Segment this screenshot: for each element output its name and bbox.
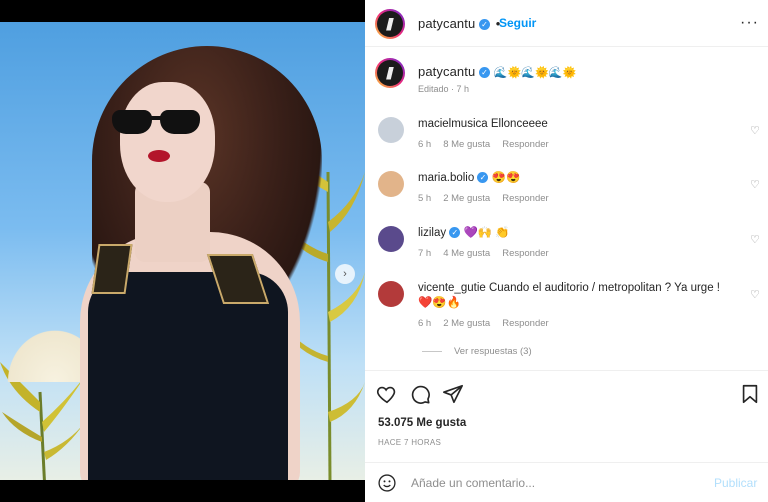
replies-line	[422, 351, 442, 352]
heart-icon[interactable]	[376, 383, 398, 405]
heart-icon[interactable]: ♡	[750, 233, 762, 246]
post-time: HACE 7 HORAS	[378, 438, 442, 447]
comment-body: macielmusica Ellonceeee	[418, 117, 733, 132]
commenter-avatar[interactable]	[378, 281, 404, 307]
comment-likes[interactable]: 2 Me gusta	[443, 318, 490, 329]
comment-time: 7 h	[418, 248, 432, 259]
comment-body: lizilay ✓ 💜🙌 👏	[418, 226, 733, 241]
emoji-icon[interactable]	[377, 473, 397, 493]
swimsuit-strap-left	[91, 244, 133, 294]
comment-meta: 6 h 2 Me gusta Responder	[418, 318, 549, 329]
comment-time: 6 h	[418, 139, 432, 150]
lips	[148, 150, 170, 162]
verified-badge-icon: ✓	[479, 19, 490, 31]
reply-button[interactable]: Responder	[502, 139, 548, 150]
carousel-next-button[interactable]: ›	[335, 264, 355, 284]
comment-likes[interactable]: 4 Me gusta	[443, 248, 490, 259]
username-text: patycantu	[418, 16, 476, 31]
avatar-mark	[386, 66, 394, 80]
comment-meta: 5 h 2 Me gusta Responder	[418, 193, 549, 204]
publish-button[interactable]: Publicar	[714, 476, 757, 490]
bookmark-icon[interactable]	[739, 383, 761, 405]
chevron-right-icon: ›	[343, 268, 347, 280]
post-sidebar: patycantu ✓ • Seguir ··· patycantu ✓ 🌊🌞🌊…	[365, 0, 768, 502]
verified-badge-icon: ✓	[477, 172, 489, 184]
comment-meta: 7 h 4 Me gusta Responder	[418, 248, 549, 259]
commenter-username[interactable]: maria.bolio	[418, 172, 474, 184]
commenter-avatar[interactable]	[378, 117, 404, 143]
reply-button[interactable]: Responder	[502, 193, 548, 204]
comment-time: 6 h	[418, 318, 432, 329]
comment-body: vicente_gutie Cuando el auditorio / metr…	[418, 281, 733, 311]
comment-text: 💜🙌 👏	[463, 227, 510, 239]
post-actions: 53.075 Me gusta HACE 7 HORAS	[365, 370, 768, 460]
comment-text: 😍😍	[491, 172, 521, 184]
view-replies-label: Ver respuestas (3)	[454, 346, 532, 357]
caption-text: 🌊🌞🌊🌞🌊🌞	[493, 67, 577, 79]
post-photo[interactable]: ›	[0, 22, 365, 480]
caption-line: patycantu ✓ 🌊🌞🌊🌞🌊🌞	[418, 64, 577, 79]
comment-likes[interactable]: 2 Me gusta	[443, 193, 490, 204]
author-username[interactable]: patycantu ✓ •	[418, 16, 502, 31]
likes-count[interactable]: 53.075 Me gusta	[378, 417, 466, 429]
add-comment-bar: Añade un comentario... Publicar	[365, 462, 768, 502]
more-options-icon[interactable]: ···	[740, 14, 759, 32]
reply-button[interactable]: Responder	[502, 318, 548, 329]
heart-icon[interactable]: ♡	[750, 288, 762, 301]
avatar-mark	[386, 17, 394, 31]
comment-icon[interactable]	[409, 383, 431, 405]
comment-body: maria.bolio ✓ 😍😍	[418, 171, 733, 186]
caption-username[interactable]: patycantu	[418, 64, 475, 79]
heart-icon[interactable]: ♡	[750, 178, 762, 191]
edited-timestamp: Editado · 7 h	[418, 84, 470, 94]
caption-avatar[interactable]	[375, 58, 405, 88]
post-header: patycantu ✓ • Seguir ···	[365, 0, 768, 47]
share-icon[interactable]	[442, 383, 464, 405]
commenter-username[interactable]: macielmusica	[418, 118, 488, 130]
commenter-username[interactable]: lizilay	[418, 227, 446, 239]
comment-text: Ellonceeee	[490, 118, 548, 130]
follow-button[interactable]: Seguir	[499, 16, 536, 30]
sunglasses	[112, 110, 207, 138]
verified-badge-icon: ✓	[479, 67, 490, 79]
heart-icon[interactable]: ♡	[750, 124, 762, 137]
author-avatar[interactable]	[375, 9, 405, 39]
face	[120, 82, 215, 202]
verified-badge-icon: ✓	[449, 227, 461, 239]
commenter-avatar[interactable]	[378, 226, 404, 252]
reply-button[interactable]: Responder	[502, 248, 548, 259]
view-replies[interactable]: Ver respuestas (3)	[422, 346, 532, 357]
comment-meta: 6 h 8 Me gusta Responder	[418, 139, 549, 150]
commenter-avatar[interactable]	[378, 171, 404, 197]
comment-likes[interactable]: 8 Me gusta	[443, 139, 490, 150]
comment-input[interactable]: Añade un comentario...	[411, 476, 535, 490]
comment-time: 5 h	[418, 193, 432, 204]
commenter-username[interactable]: vicente_gutie	[418, 282, 486, 294]
